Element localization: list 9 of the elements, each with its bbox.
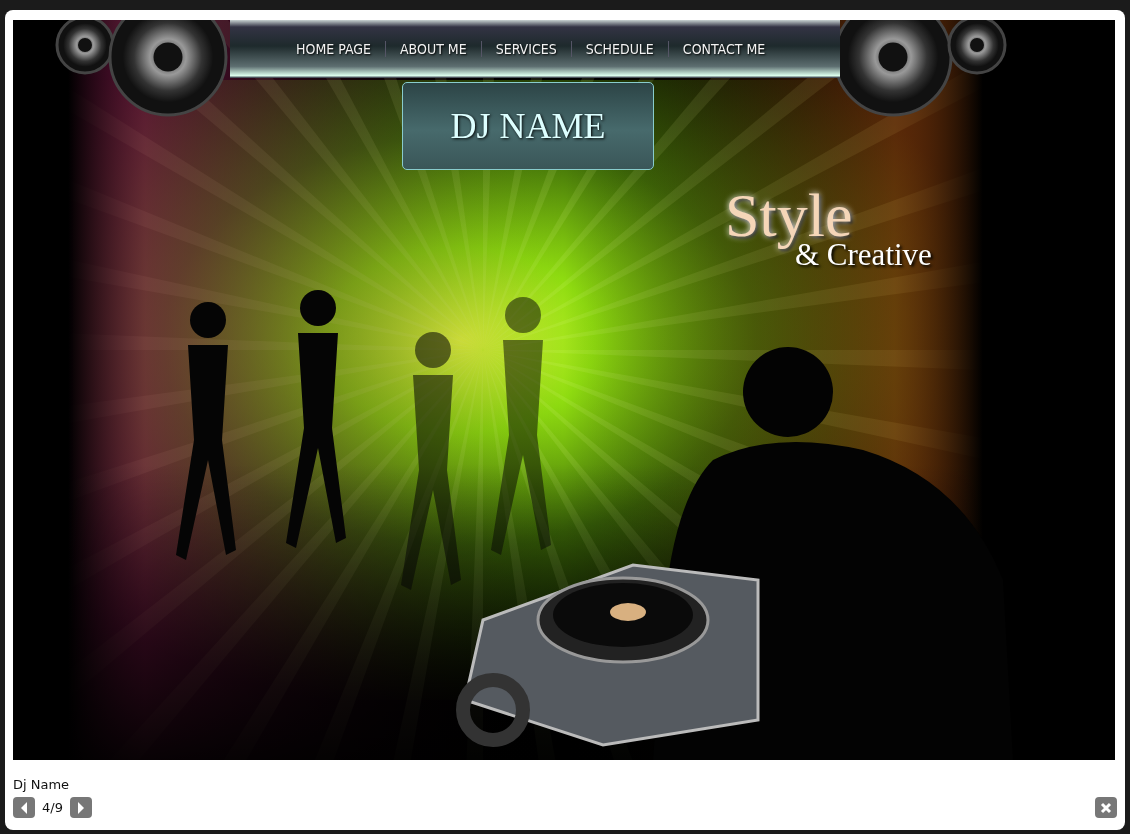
next-button[interactable] xyxy=(69,797,92,818)
close-button[interactable] xyxy=(1095,797,1117,818)
image-caption: Dj Name xyxy=(13,777,71,792)
right-arrow-icon xyxy=(76,801,85,814)
left-arrow-icon xyxy=(20,801,28,814)
close-icon xyxy=(1100,801,1112,814)
image-counter: 4/9 xyxy=(42,800,63,815)
previous-button[interactable] xyxy=(13,797,35,818)
logo-text: DJ NAME xyxy=(450,105,606,147)
